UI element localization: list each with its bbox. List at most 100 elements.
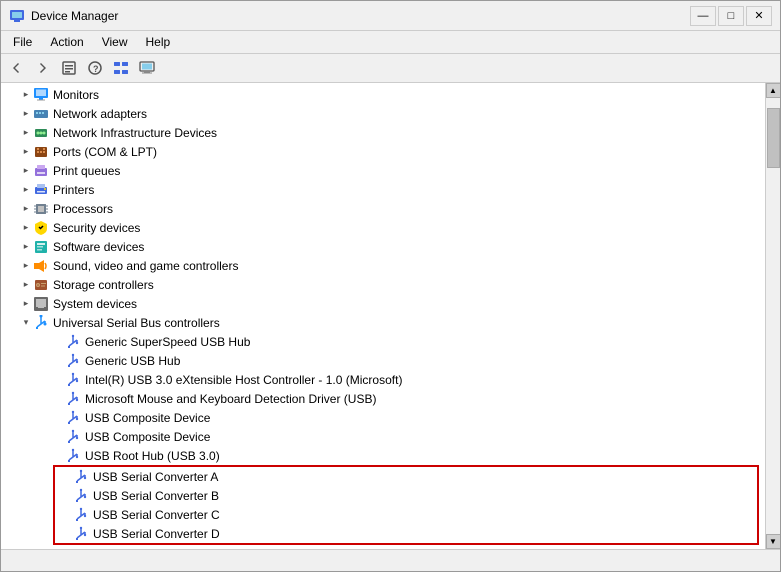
- scroll-up-button[interactable]: ▲: [766, 83, 781, 98]
- tree-item-composite2[interactable]: USB Composite Device: [1, 427, 765, 446]
- menu-file[interactable]: File: [5, 33, 40, 51]
- tree-item-security[interactable]: Security devices: [1, 218, 765, 237]
- security-label: Security devices: [53, 221, 140, 235]
- usb-device-icon-generic-hub: [65, 353, 81, 369]
- expand-usb[interactable]: [19, 316, 33, 330]
- printqueue-label: Print queues: [53, 164, 120, 178]
- status-bar: [1, 549, 780, 571]
- computer-button[interactable]: [135, 57, 159, 79]
- tree-item-composite1[interactable]: USB Composite Device: [1, 408, 765, 427]
- tree-item-usb-root[interactable]: USB Root Hub (USB 3.0): [1, 446, 765, 465]
- tree-item-intel-usb[interactable]: Intel(R) USB 3.0 eXtensible Host Control…: [1, 370, 765, 389]
- toolbar: ?: [1, 54, 780, 83]
- superspeed-hub-label: Generic SuperSpeed USB Hub: [85, 335, 250, 349]
- sound-label: Sound, video and game controllers: [53, 259, 238, 273]
- menu-help[interactable]: Help: [138, 33, 179, 51]
- usb-device-icon-serial-d: [73, 526, 89, 542]
- storage-icon: [33, 277, 49, 293]
- expand-security[interactable]: [19, 221, 33, 235]
- expand-sound[interactable]: [19, 259, 33, 273]
- tree-item-ms-mouse[interactable]: Microsoft Mouse and Keyboard Detection D…: [1, 389, 765, 408]
- expand-processors[interactable]: [19, 202, 33, 216]
- usb-device-icon-superspeed: [65, 334, 81, 350]
- tree-item-wsd[interactable]: WSD Print Provider: [1, 547, 765, 549]
- expand-composite2: [51, 430, 65, 444]
- tree-item-netinfra[interactable]: Network Infrastructure Devices: [1, 123, 765, 142]
- tree-item-serial-c[interactable]: USB Serial Converter C: [55, 505, 757, 524]
- usb-device-icon-ms-mouse: [65, 391, 81, 407]
- expand-system[interactable]: [19, 297, 33, 311]
- usb-device-icon-serial-a: [73, 469, 89, 485]
- menu-action[interactable]: Action: [42, 33, 91, 51]
- tree-item-processors[interactable]: Processors: [1, 199, 765, 218]
- main-content: Monitors Network adapters Network Infras…: [1, 83, 780, 549]
- help-icon: ?: [87, 60, 103, 76]
- expand-serial-c: [59, 508, 73, 522]
- properties-button[interactable]: [57, 57, 81, 79]
- usb-root-label: USB Root Hub (USB 3.0): [85, 449, 220, 463]
- usb-device-icon-serial-b: [73, 488, 89, 504]
- tree-item-printqueue[interactable]: Print queues: [1, 161, 765, 180]
- window-title: Device Manager: [31, 9, 690, 23]
- help-button[interactable]: ?: [83, 57, 107, 79]
- expand-intel-usb: [51, 373, 65, 387]
- netadapters-label: Network adapters: [53, 107, 147, 121]
- scroll-down-button[interactable]: ▼: [766, 534, 781, 549]
- ms-mouse-label: Microsoft Mouse and Keyboard Detection D…: [85, 392, 376, 406]
- close-button[interactable]: ✕: [746, 6, 772, 26]
- expand-ports[interactable]: [19, 145, 33, 159]
- forward-icon: [36, 61, 50, 75]
- expand-usb-root: [51, 449, 65, 463]
- expand-monitors[interactable]: [19, 88, 33, 102]
- expand-netadapters[interactable]: [19, 107, 33, 121]
- expand-composite1: [51, 411, 65, 425]
- back-button[interactable]: [5, 57, 29, 79]
- tree-panel-inner: Monitors Network adapters Network Infras…: [1, 85, 765, 549]
- window-controls: — □ ✕: [690, 6, 772, 26]
- expand-printers[interactable]: [19, 183, 33, 197]
- tree-item-monitors[interactable]: Monitors: [1, 85, 765, 104]
- software-icon: [33, 239, 49, 255]
- tree-item-usb[interactable]: Universal Serial Bus controllers: [1, 313, 765, 332]
- processors-label: Processors: [53, 202, 113, 216]
- minimize-button[interactable]: —: [690, 6, 716, 26]
- tree-item-serial-b[interactable]: USB Serial Converter B: [55, 486, 757, 505]
- scrollbar-thumb[interactable]: [767, 108, 780, 168]
- usb-device-icon-intel: [65, 372, 81, 388]
- tree-item-serial-d[interactable]: USB Serial Converter D: [55, 524, 757, 543]
- expand-ms-mouse: [51, 392, 65, 406]
- device-manager-window: Device Manager — □ ✕ File Action View He…: [0, 0, 781, 572]
- tree-button[interactable]: [109, 57, 133, 79]
- tree-item-netadapters[interactable]: Network adapters: [1, 104, 765, 123]
- sound-icon: [33, 258, 49, 274]
- expand-printqueue[interactable]: [19, 164, 33, 178]
- tree-item-serial-a[interactable]: USB Serial Converter A: [55, 467, 757, 486]
- tree-item-system[interactable]: System devices: [1, 294, 765, 313]
- properties-icon: [61, 60, 77, 76]
- netinfra-label: Network Infrastructure Devices: [53, 126, 217, 140]
- tree-item-software[interactable]: Software devices: [1, 237, 765, 256]
- security-icon: [33, 220, 49, 236]
- scrollbar-vertical[interactable]: ▲ ▼: [765, 83, 780, 549]
- tree-item-ports[interactable]: Ports (COM & LPT): [1, 142, 765, 161]
- forward-button[interactable]: [31, 57, 55, 79]
- expand-software[interactable]: [19, 240, 33, 254]
- menu-view[interactable]: View: [94, 33, 136, 51]
- tree-item-sound[interactable]: Sound, video and game controllers: [1, 256, 765, 275]
- app-icon: [9, 8, 25, 24]
- expand-netinfra[interactable]: [19, 126, 33, 140]
- expand-storage[interactable]: [19, 278, 33, 292]
- menu-bar: File Action View Help: [1, 31, 780, 54]
- maximize-button[interactable]: □: [718, 6, 744, 26]
- netadapter-icon: [33, 106, 49, 122]
- tree-item-superspeed-hub[interactable]: Generic SuperSpeed USB Hub: [1, 332, 765, 351]
- system-label: System devices: [53, 297, 137, 311]
- svg-text:?: ?: [93, 64, 99, 74]
- usb-label: Universal Serial Bus controllers: [53, 316, 220, 330]
- tree-item-printers[interactable]: Printers: [1, 180, 765, 199]
- tree-panel[interactable]: Monitors Network adapters Network Infras…: [1, 83, 765, 549]
- system-icon: [33, 296, 49, 312]
- tree-item-storage[interactable]: Storage controllers: [1, 275, 765, 294]
- tree-item-generic-hub[interactable]: Generic USB Hub: [1, 351, 765, 370]
- usb-device-icon-composite1: [65, 410, 81, 426]
